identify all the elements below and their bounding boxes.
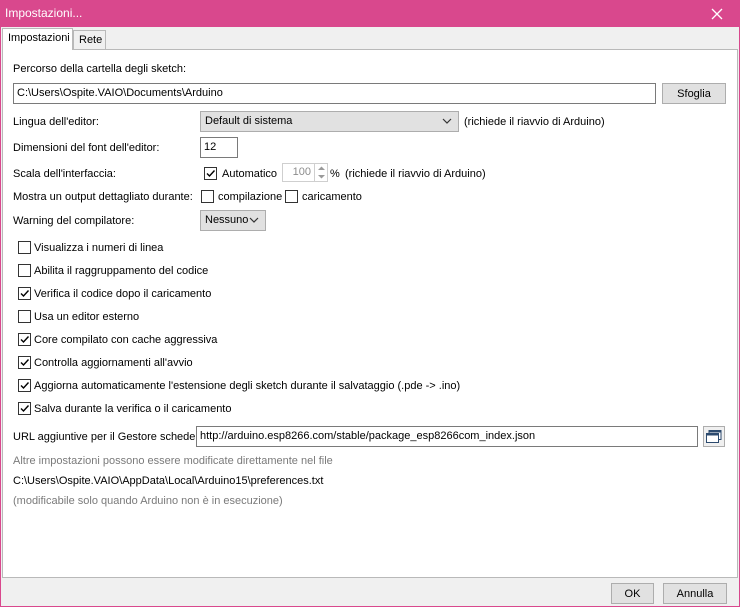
option-external-editor-label: Usa un editor esterno bbox=[34, 311, 140, 323]
option-code-folding-label: Abilita il raggruppamento del codice bbox=[34, 265, 209, 277]
cancel-button[interactable]: Annulla bbox=[663, 583, 727, 604]
option-save-on-verify-checkbox[interactable] bbox=[18, 402, 31, 415]
window-border-left bbox=[0, 27, 1, 607]
ui-scale-auto-label: Automatico bbox=[222, 168, 278, 180]
warnings-select[interactable]: Nessuno bbox=[200, 210, 266, 231]
verbose-upload-label: caricamento bbox=[302, 191, 362, 203]
font-size-input[interactable]: 12 bbox=[200, 137, 238, 158]
chevron-down-icon bbox=[249, 217, 259, 223]
editor-language-label: Lingua dell'editor: bbox=[13, 116, 99, 128]
ui-scale-value: 100 bbox=[292, 166, 311, 178]
browse-button[interactable]: Sfoglia bbox=[662, 83, 726, 104]
option-external-editor-checkbox[interactable] bbox=[18, 310, 31, 323]
ok-label: OK bbox=[624, 587, 641, 600]
option-line-numbers-checkbox[interactable] bbox=[18, 241, 31, 254]
option-update-extension-checkbox[interactable] bbox=[18, 379, 31, 392]
verbose-label: Mostra un output dettagliato durante: bbox=[13, 191, 193, 203]
option-save-on-verify-label: Salva durante la verifica o il caricamen… bbox=[34, 403, 232, 415]
option-aggressive-cache-checkbox[interactable] bbox=[18, 333, 31, 346]
option-line-numbers-label: Visualizza i numeri di linea bbox=[34, 242, 164, 254]
more-prefs-note: (modificabile solo quando Arduino non è … bbox=[13, 495, 283, 507]
verbose-compile-checkbox[interactable] bbox=[201, 190, 214, 203]
option-verify-after-upload-label: Verifica il codice dopo il caricamento bbox=[34, 288, 212, 300]
browse-label: Sfoglia bbox=[677, 87, 711, 100]
ui-scale-auto-checkbox[interactable] bbox=[204, 167, 217, 180]
ui-scale-unit: % bbox=[330, 168, 340, 180]
checkmark-icon bbox=[20, 359, 30, 367]
checkmark-icon bbox=[20, 290, 30, 298]
ui-scale-spinner[interactable]: 100 bbox=[282, 163, 328, 182]
editor-language-select[interactable]: Default di sistema bbox=[200, 111, 459, 132]
checkmark-icon bbox=[206, 170, 216, 178]
tab-label: Rete bbox=[79, 34, 103, 46]
option-check-updates-checkbox[interactable] bbox=[18, 356, 31, 369]
option-update-extension-label: Aggiorna automaticamente l'estensione de… bbox=[34, 380, 461, 392]
warnings-label: Warning del compilatore: bbox=[13, 215, 135, 227]
edit-urls-button[interactable] bbox=[703, 426, 725, 447]
warnings-value: Nessuno bbox=[205, 214, 249, 226]
spinner-down-icon bbox=[318, 175, 325, 179]
more-prefs-info: Altre impostazioni possono essere modifi… bbox=[13, 455, 333, 467]
tab-label: Impostazioni bbox=[8, 32, 70, 44]
verbose-compile-label: compilazione bbox=[218, 191, 283, 203]
option-code-folding-checkbox[interactable] bbox=[18, 264, 31, 277]
font-size-label: Dimensioni del font dell'editor: bbox=[13, 142, 160, 154]
close-button[interactable] bbox=[694, 0, 740, 27]
settings-panel: Percorso della cartella degli sketch: C:… bbox=[2, 49, 738, 578]
checkmark-icon bbox=[20, 405, 30, 413]
close-icon bbox=[711, 8, 723, 19]
editor-language-note: (richiede il riavvio di Arduino) bbox=[464, 116, 605, 128]
title-bar: Impostazioni... bbox=[0, 0, 740, 27]
cancel-label: Annulla bbox=[676, 587, 714, 600]
window-list-icon bbox=[706, 429, 722, 443]
option-verify-after-upload-checkbox[interactable] bbox=[18, 287, 31, 300]
option-check-updates-label: Controlla aggiornamenti all'avvio bbox=[34, 357, 193, 369]
board-urls-label: URL aggiuntive per il Gestore schede: bbox=[13, 431, 199, 443]
chevron-down-icon bbox=[442, 118, 452, 124]
sketch-folder-label: Percorso della cartella degli sketch: bbox=[13, 63, 187, 75]
spinner-buttons[interactable] bbox=[314, 164, 327, 181]
sketch-folder-input[interactable]: C:\Users\Ospite.VAIO\Documents\Arduino bbox=[13, 83, 656, 104]
checkmark-icon bbox=[20, 382, 30, 390]
option-aggressive-cache-label: Core compilato con cache aggressiva bbox=[34, 334, 218, 346]
window-title: Impostazioni... bbox=[5, 6, 83, 20]
ui-scale-note: (richiede il riavvio di Arduino) bbox=[345, 168, 486, 180]
ui-scale-label: Scala dell'interfaccia: bbox=[13, 168, 116, 180]
preferences-file-path: C:\Users\Ospite.VAIO\AppData\Local\Ardui… bbox=[13, 475, 324, 487]
tab-rete[interactable]: Rete bbox=[73, 30, 106, 49]
spinner-up-icon bbox=[318, 166, 325, 170]
tab-impostazioni[interactable]: Impostazioni bbox=[2, 28, 73, 50]
board-urls-input[interactable]: http://arduino.esp8266.com/stable/packag… bbox=[196, 426, 698, 447]
verbose-upload-checkbox[interactable] bbox=[285, 190, 298, 203]
editor-language-value: Default di sistema bbox=[205, 115, 293, 127]
ok-button[interactable]: OK bbox=[611, 583, 654, 604]
checkmark-icon bbox=[20, 336, 30, 344]
